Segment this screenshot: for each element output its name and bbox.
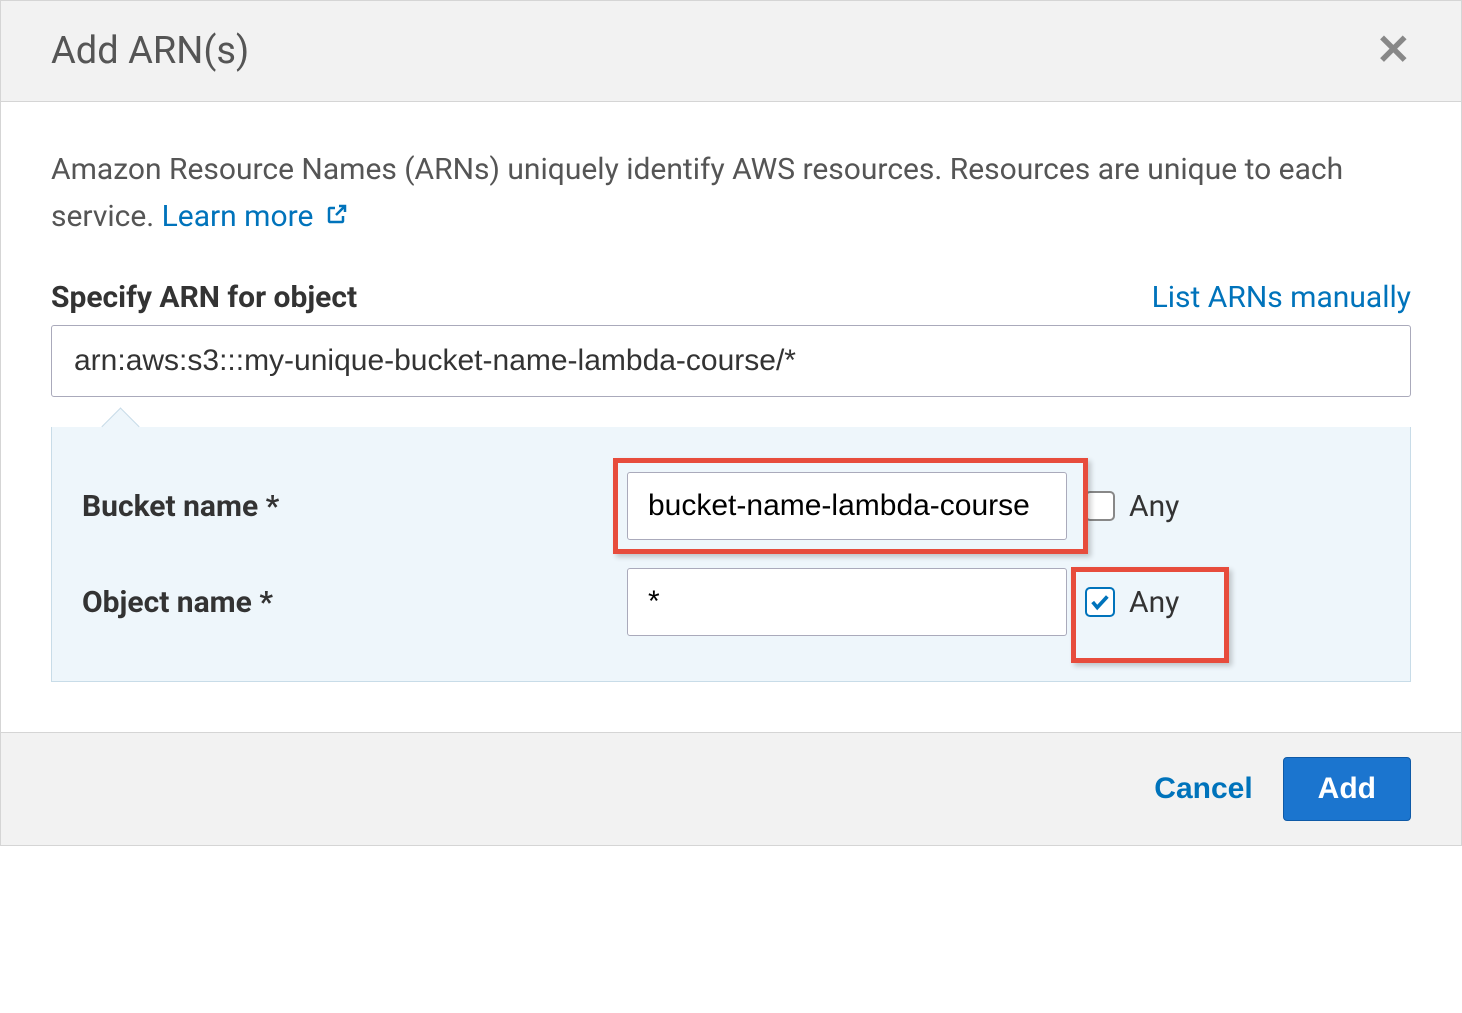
object-name-label: Object name * [82, 585, 627, 620]
arn-details-panel: Bucket name * Any Object name * [51, 427, 1411, 682]
learn-more-label: Learn more [162, 199, 314, 234]
object-name-row: Object name * Any [82, 568, 1380, 636]
bucket-name-row: Bucket name * Any [82, 472, 1380, 540]
external-link-icon [325, 194, 349, 241]
specify-row: Specify ARN for object List ARNs manuall… [51, 280, 1411, 315]
object-input-group: Any [627, 568, 1179, 636]
object-any-label: Any [1129, 585, 1179, 620]
bucket-any-checkbox[interactable] [1085, 491, 1115, 521]
modal-title: Add ARN(s) [51, 29, 249, 73]
learn-more-link[interactable]: Learn more [162, 199, 349, 234]
arn-input-wrapper [51, 325, 1411, 397]
arn-input[interactable] [51, 325, 1411, 397]
specify-arn-label: Specify ARN for object [51, 280, 357, 315]
list-arns-manually-link[interactable]: List ARNs manually [1152, 280, 1411, 315]
modal-header: Add ARN(s) ✕ [1, 1, 1461, 102]
object-name-input[interactable] [627, 568, 1067, 636]
close-icon[interactable]: ✕ [1376, 30, 1411, 72]
object-any-checkbox[interactable] [1085, 587, 1115, 617]
bucket-name-input[interactable] [627, 472, 1067, 540]
bucket-input-group: Any [627, 472, 1179, 540]
cancel-button[interactable]: Cancel [1154, 772, 1252, 806]
modal-footer: Cancel Add [1, 732, 1461, 845]
arn-description: Amazon Resource Names (ARNs) uniquely id… [51, 147, 1411, 240]
bucket-any-label: Any [1129, 489, 1179, 524]
bucket-name-label: Bucket name * [82, 489, 627, 524]
modal-body: Amazon Resource Names (ARNs) uniquely id… [1, 102, 1461, 732]
add-arn-modal: Add ARN(s) ✕ Amazon Resource Names (ARNs… [0, 0, 1462, 846]
bucket-any-group: Any [1085, 489, 1179, 524]
object-any-group: Any [1085, 585, 1179, 620]
add-button[interactable]: Add [1283, 757, 1411, 821]
